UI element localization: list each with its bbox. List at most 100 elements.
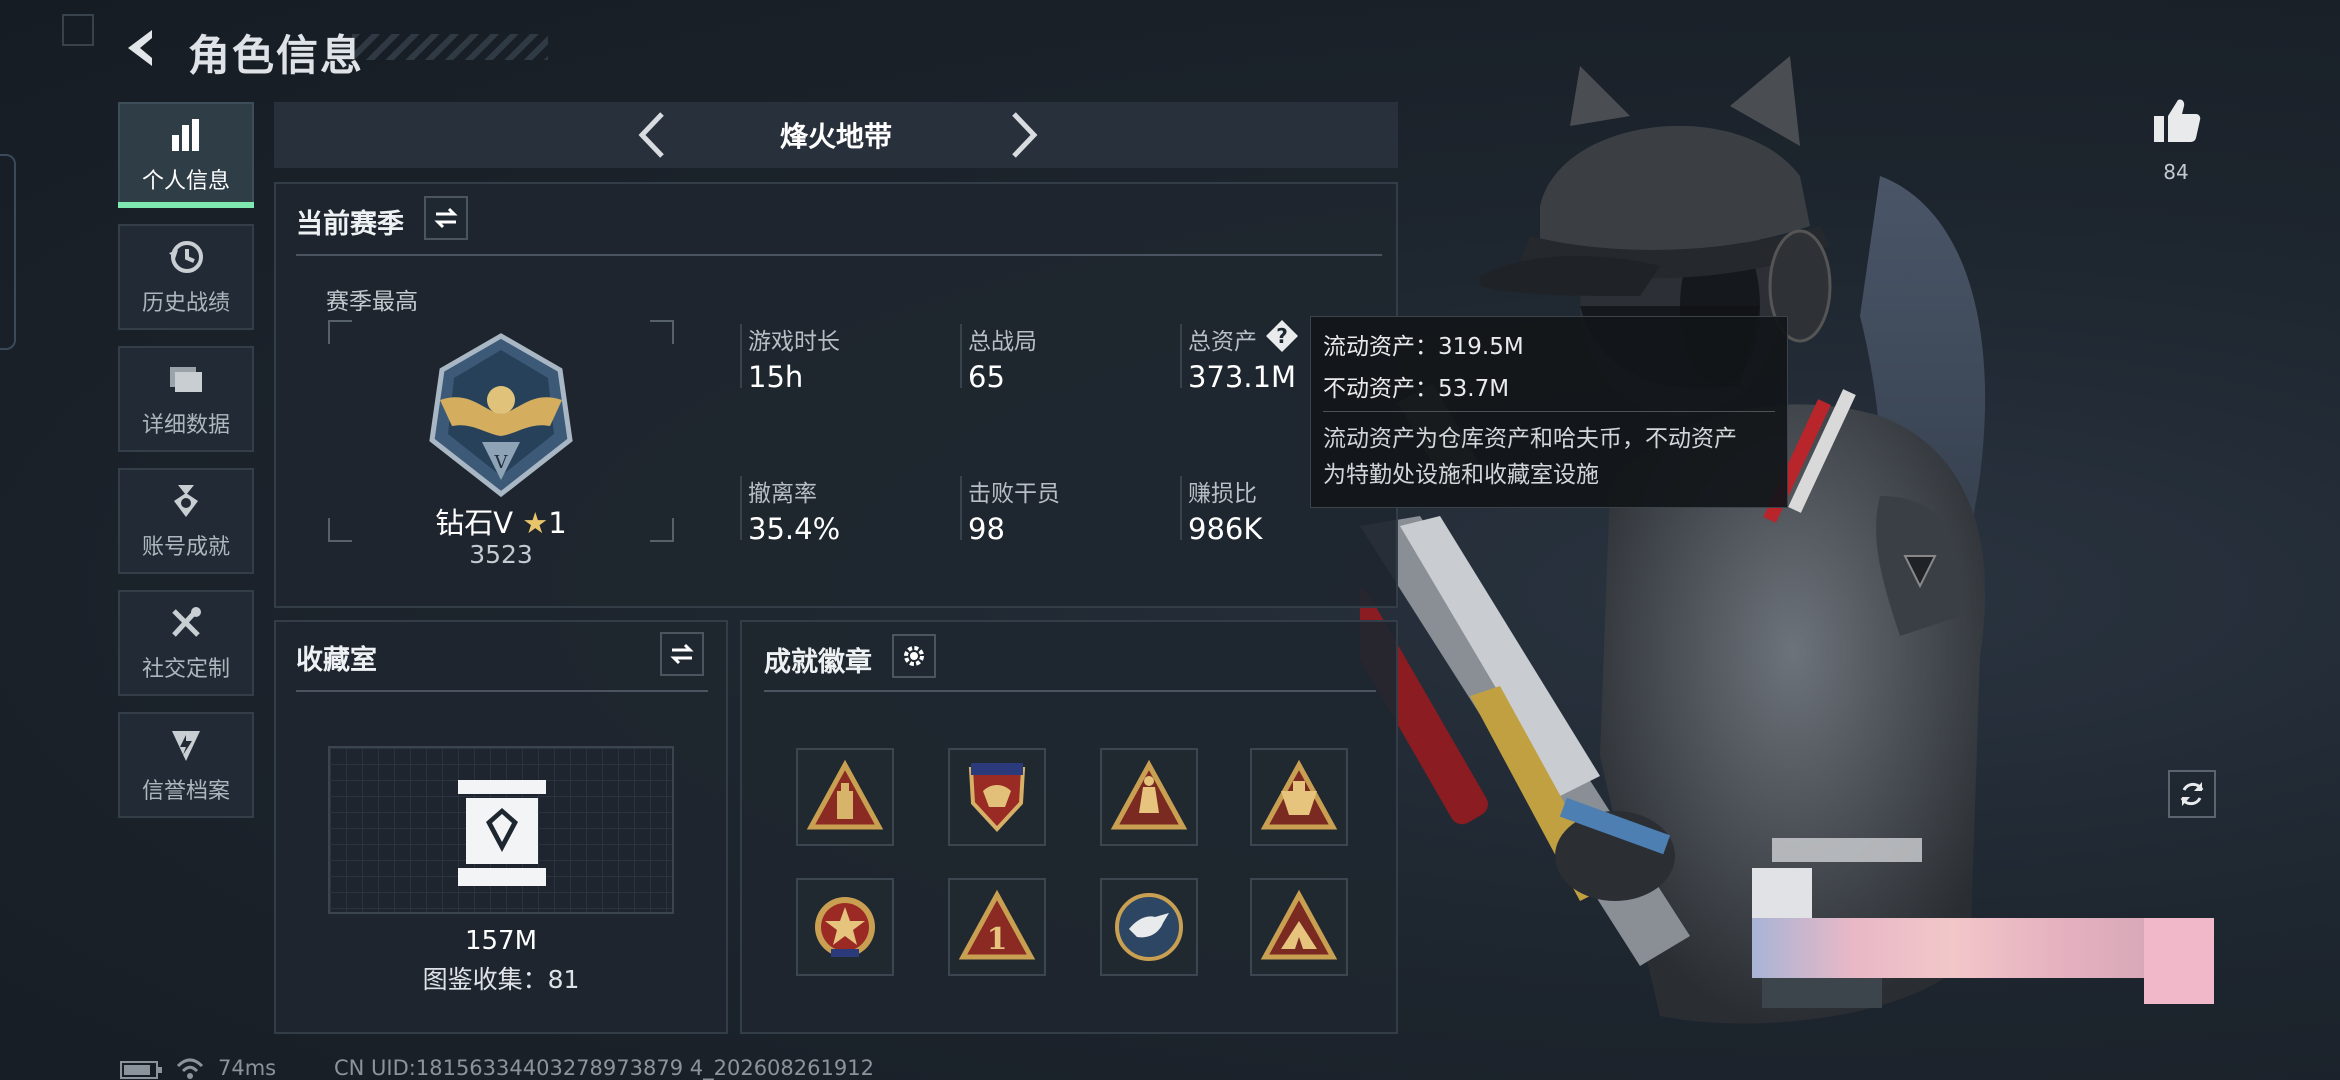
battery-icon xyxy=(120,1061,162,1079)
tools-icon xyxy=(172,607,201,637)
divider xyxy=(740,476,742,540)
achievement-badge[interactable]: 1 xyxy=(948,878,1046,976)
side-drawer-handle[interactable] xyxy=(0,154,16,350)
eagle-round-badge-icon xyxy=(1115,893,1183,961)
swap-icon xyxy=(434,207,458,229)
sidebar-item-history[interactable]: 历史战绩 xyxy=(118,224,254,330)
divider xyxy=(296,254,1382,256)
rank-stars: 1 xyxy=(548,506,567,540)
rank-name: 钻石V xyxy=(435,506,514,540)
triangle-trophy-badge-icon xyxy=(1260,759,1338,830)
achievement-badge[interactable] xyxy=(1250,748,1348,846)
stat-value-assets: 373.1M xyxy=(1188,360,1297,394)
sidebar-item-personal-info[interactable]: 个人信息 xyxy=(118,102,254,208)
diamond-rank-emblem-icon: V xyxy=(429,333,573,498)
achievement-badge[interactable] xyxy=(1250,878,1348,976)
divider xyxy=(740,324,742,388)
uid-text: CN UID:18156334403278973879 4_2026082619… xyxy=(334,1056,874,1080)
tooltip-liquid-assets: 流动资产：319.5M xyxy=(1323,334,1524,360)
corner-frame xyxy=(62,14,94,46)
rotate-view-button[interactable] xyxy=(2168,770,2216,818)
divider xyxy=(960,476,962,540)
sidebar-item-label: 信誉档案 xyxy=(141,779,230,804)
tooltip-fixed-assets: 不动资产：53.7M xyxy=(1323,376,1510,402)
sidebar-item-label: 历史战绩 xyxy=(141,291,230,316)
bar-chart-icon xyxy=(172,119,199,151)
achievement-badge[interactable] xyxy=(1100,878,1198,976)
page-title: 角色信息 xyxy=(188,31,365,80)
blurred-overlay xyxy=(1752,838,2214,1008)
collection-switch-button[interactable] xyxy=(660,632,704,676)
stat-label-playtime: 游戏时长 xyxy=(748,329,840,355)
assets-tooltip: 流动资产：319.5M 不动资产：53.7M 流动资产为仓库资产和哈夫币，不动资… xyxy=(1310,316,1788,508)
back-arrow-icon[interactable] xyxy=(118,24,166,72)
help-icon[interactable]: ? xyxy=(1264,318,1300,354)
stat-value-playtime: 15h xyxy=(748,360,804,394)
sidebar-item-label: 账号成就 xyxy=(141,535,230,560)
achievements-title: 成就徽章 xyxy=(764,647,872,678)
sidebar-item-details[interactable]: 详细数据 xyxy=(118,346,254,452)
refresh-icon xyxy=(2180,782,2204,806)
rank-name-row: 钻石V ★1 xyxy=(328,500,674,542)
star-icon: ★ xyxy=(522,506,549,540)
achievement-badge[interactable] xyxy=(948,748,1046,846)
triangle-lantern-badge-icon xyxy=(1110,759,1188,830)
collection-catalog: 图鉴收集：81 xyxy=(422,965,580,994)
sidebar-item-label: 社交定制 xyxy=(141,657,230,682)
collection-value: 157M xyxy=(464,926,538,956)
triangle-bottle-badge-icon xyxy=(806,759,884,830)
tooltip-desc-line-1: 流动资产为仓库资产和哈夫币，不动资产 xyxy=(1323,426,1737,452)
divider xyxy=(1180,476,1182,540)
thumbs-up-icon[interactable] xyxy=(2150,94,2202,146)
divider xyxy=(1180,324,1182,388)
shield-bolt-icon xyxy=(172,731,200,761)
stat-label-profit-ratio: 赚损比 xyxy=(1188,481,1257,507)
mode-name: 烽火地带 xyxy=(779,120,892,153)
medal-icon xyxy=(174,485,198,517)
divider xyxy=(764,690,1376,692)
divider xyxy=(1323,411,1775,412)
title-decoration xyxy=(352,34,548,60)
triangle-camp-badge-icon xyxy=(1260,889,1338,960)
sidebar-item-label: 详细数据 xyxy=(141,413,230,438)
gear-icon xyxy=(904,646,924,666)
stat-label-matches: 总战局 xyxy=(968,329,1037,355)
ping-value: 74ms xyxy=(218,1056,277,1080)
divider xyxy=(296,690,708,692)
sidebar-item-label: 个人信息 xyxy=(141,169,230,194)
chevron-right-icon[interactable] xyxy=(1004,108,1044,162)
stat-label-kills: 击败干员 xyxy=(968,481,1060,507)
divider xyxy=(960,324,962,388)
stat-value-profit-ratio: 986K xyxy=(1188,512,1263,546)
display-case-icon xyxy=(458,780,546,886)
stat-value-matches: 65 xyxy=(968,360,1005,394)
stat-label-assets: 总资产 xyxy=(1188,329,1257,355)
star-medal-badge-icon xyxy=(815,897,875,957)
season-title: 当前赛季 xyxy=(296,209,404,240)
wifi-icon xyxy=(176,1058,204,1079)
svg-text:V: V xyxy=(494,452,509,473)
swap-icon xyxy=(670,643,694,665)
folder-icon xyxy=(170,367,202,392)
sidebar-item-achievements[interactable]: 账号成就 xyxy=(118,468,254,574)
tooltip-desc-line-2: 为特勤处设施和收藏室设施 xyxy=(1323,462,1599,488)
triangle-one-badge-icon: 1 xyxy=(958,889,1036,960)
clock-history-icon xyxy=(169,241,203,273)
season-switch-button[interactable] xyxy=(424,196,468,240)
like-count: 84 xyxy=(2163,160,2189,184)
achievement-badge[interactable] xyxy=(1100,748,1198,846)
svg-text:?: ? xyxy=(1276,324,1288,348)
achievement-badge[interactable] xyxy=(796,878,894,976)
sidebar-item-reputation[interactable]: 信誉档案 xyxy=(118,712,254,818)
chevron-left-icon[interactable] xyxy=(632,108,672,162)
season-best-label: 赛季最高 xyxy=(326,289,418,315)
achievements-settings-button[interactable] xyxy=(892,634,936,678)
stat-label-extract-rate: 撤离率 xyxy=(748,481,817,507)
collection-title: 收藏室 xyxy=(296,645,377,676)
stat-value-kills: 98 xyxy=(968,512,1005,546)
rank-score: 3523 xyxy=(469,540,533,569)
svg-text:1: 1 xyxy=(987,922,1008,957)
achievement-badge[interactable] xyxy=(796,748,894,846)
sidebar-item-social[interactable]: 社交定制 xyxy=(118,590,254,696)
stat-value-extract-rate: 35.4% xyxy=(748,512,841,546)
